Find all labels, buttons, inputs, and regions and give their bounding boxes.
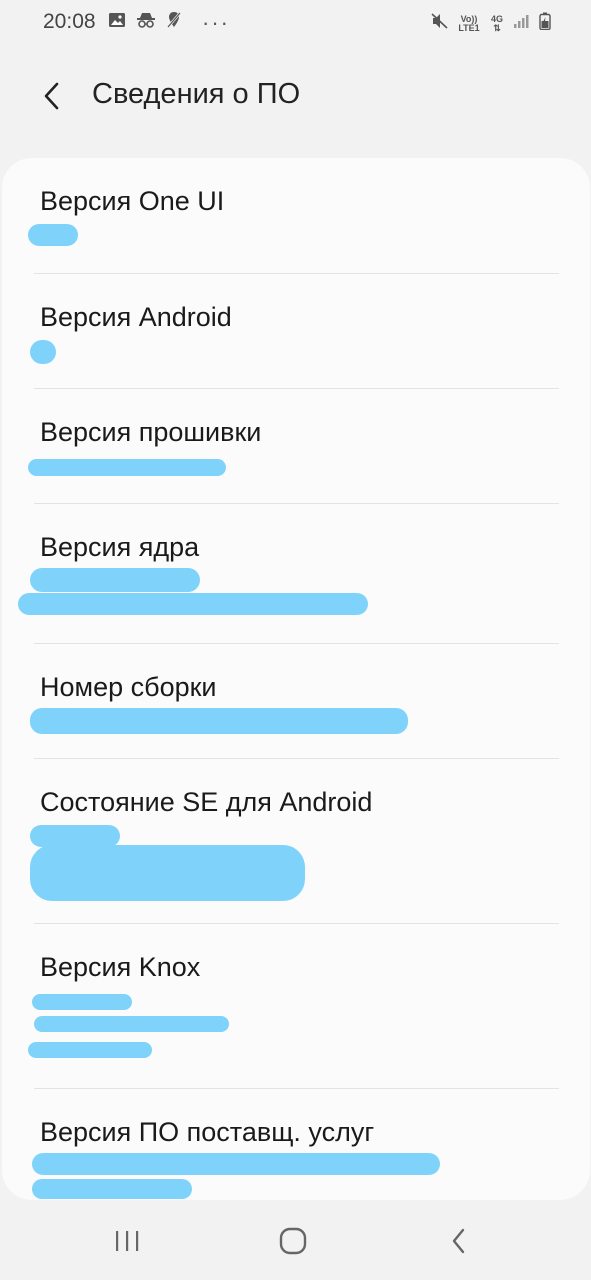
navigation-bar <box>0 1205 591 1280</box>
redacted-value <box>30 825 120 847</box>
recents-icon <box>113 1229 141 1258</box>
4g-data-icon: 4G ⇅ <box>490 13 503 33</box>
home-icon <box>279 1227 307 1260</box>
more-notifications-icon: ··· <box>202 9 230 35</box>
volte-lte-icon: Vo)) LTE1 <box>458 13 480 33</box>
redacted-value <box>30 708 408 734</box>
signal-icon <box>513 13 531 34</box>
redacted-value <box>30 845 305 901</box>
redacted-value <box>32 1153 440 1175</box>
list-item-title: Версия ядра <box>40 532 200 562</box>
list-item-title: Версия Android <box>40 302 232 332</box>
app-header: Сведения о ПО <box>0 62 591 132</box>
back-button[interactable] <box>30 76 74 120</box>
status-right-icons: Vo)) LTE1 4G ⇅ <box>431 12 551 35</box>
redacted-value <box>28 459 226 476</box>
chevron-left-icon <box>42 81 62 116</box>
redacted-value <box>32 1179 192 1199</box>
battery-charging-icon <box>539 12 551 35</box>
list-item-build-number[interactable]: Номер сборки <box>2 644 590 758</box>
redacted-value <box>28 224 78 246</box>
gallery-icon <box>108 12 126 33</box>
home-button[interactable] <box>268 1225 318 1261</box>
list-item-title: Версия One UI <box>40 186 225 216</box>
list-item-title: Состояние SE для Android <box>40 787 373 817</box>
incognito-icon <box>136 12 156 33</box>
list-item-title: Версия прошивки <box>40 417 262 447</box>
status-left-icons: ··· <box>108 11 230 34</box>
recents-button[interactable] <box>102 1225 152 1261</box>
list-item-kernel-version[interactable]: Версия ядра <box>2 504 590 643</box>
redacted-value <box>32 994 132 1010</box>
redacted-value <box>28 1042 152 1058</box>
location-off-icon <box>166 11 182 34</box>
nav-back-icon <box>449 1227 469 1260</box>
list-item-one-ui-version[interactable]: Версия One UI <box>2 158 590 273</box>
list-item-knox-version[interactable]: Версия Knox <box>2 924 590 1088</box>
redacted-value <box>30 340 56 364</box>
list-item-title: Версия Knox <box>40 952 201 982</box>
status-time: 20:08 <box>43 10 96 33</box>
redacted-value <box>18 593 368 615</box>
list-item-title: Номер сборки <box>40 672 217 702</box>
redacted-value <box>34 1016 229 1032</box>
list-item-se-android-status[interactable]: Состояние SE для Android <box>2 759 590 923</box>
list-item-android-version[interactable]: Версия Android <box>2 274 590 388</box>
software-info-list: Версия One UI Версия Android Версия прош… <box>2 158 590 1200</box>
list-item-firmware-version[interactable]: Версия прошивки <box>2 389 590 503</box>
mute-icon <box>431 13 449 34</box>
list-item-service-provider-sw-version[interactable]: Версия ПО поставщ. услуг <box>2 1089 590 1200</box>
page-title: Сведения о ПО <box>92 78 301 110</box>
nav-back-button[interactable] <box>434 1225 484 1261</box>
status-bar: 20:08 ··· Vo)) LTE1 4G ⇅ <box>0 0 591 50</box>
redacted-value <box>30 568 200 592</box>
list-item-title: Версия ПО поставщ. услуг <box>40 1117 375 1147</box>
